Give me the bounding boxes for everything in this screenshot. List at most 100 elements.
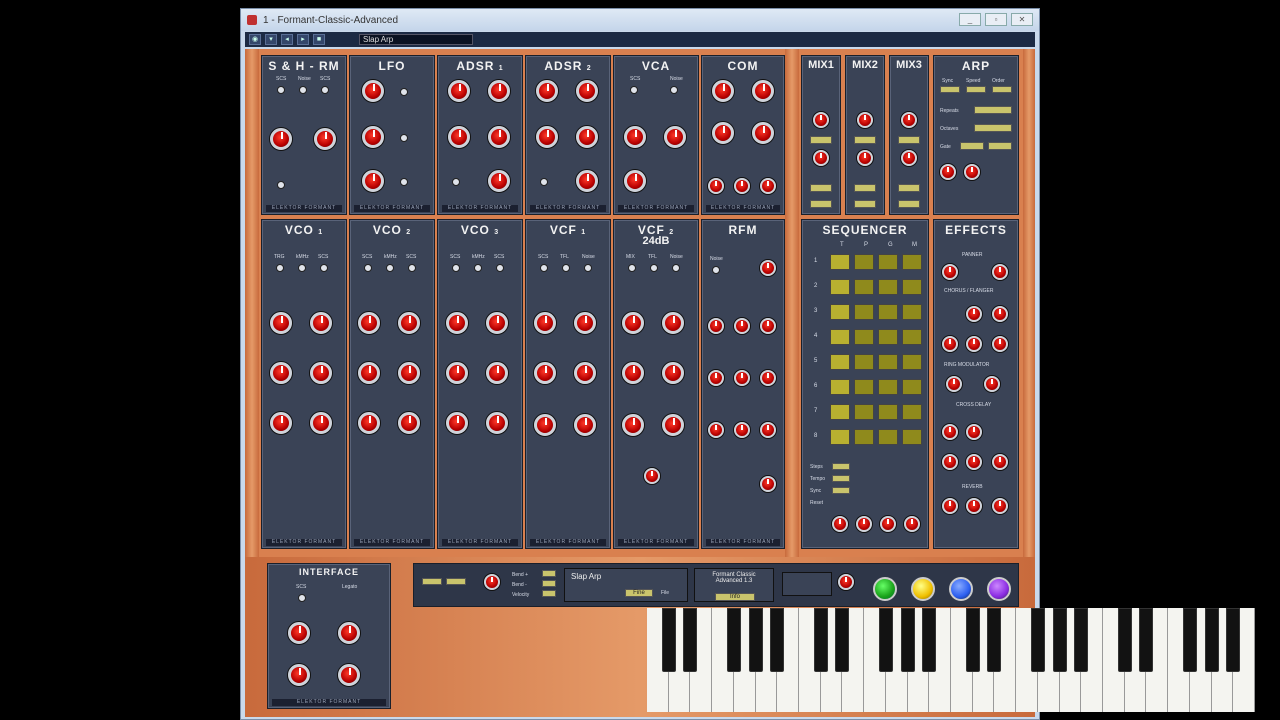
com-knob-4[interactable] (752, 122, 774, 144)
mix-button[interactable] (898, 200, 920, 208)
sequencer-pad[interactable] (830, 254, 850, 270)
vco-level-knob[interactable] (486, 412, 508, 434)
seq-knob-1[interactable] (832, 516, 848, 532)
amount-knob[interactable] (488, 170, 510, 192)
arp-octaves-button[interactable] (974, 124, 1012, 132)
jack[interactable] (496, 264, 504, 272)
black-key[interactable] (922, 608, 937, 672)
sequencer-pad[interactable] (878, 254, 898, 270)
minimize-button[interactable]: _ (959, 13, 981, 26)
sequencer-pad[interactable] (830, 279, 850, 295)
arp-gate-button[interactable] (960, 142, 984, 150)
arp-repeats-button[interactable] (974, 106, 1012, 114)
black-key[interactable] (1204, 608, 1219, 672)
delay-knob-2[interactable] (966, 424, 982, 440)
chorus-knob-3[interactable] (942, 336, 958, 352)
preset-field[interactable]: Slap Arp (359, 34, 473, 45)
jack[interactable] (630, 86, 638, 94)
com-knob-1[interactable] (712, 80, 734, 102)
sequencer-pad[interactable] (902, 379, 922, 395)
sequencer-pad[interactable] (878, 429, 898, 445)
black-key[interactable] (987, 608, 1002, 672)
reverb-knob-2[interactable] (966, 498, 982, 514)
sequencer-pad[interactable] (854, 379, 874, 395)
bypass-icon[interactable]: ◉ (249, 34, 261, 45)
info-button[interactable]: Info (715, 593, 755, 601)
jack[interactable] (562, 264, 570, 272)
sequencer-pad[interactable] (878, 304, 898, 320)
velocity-button[interactable] (542, 590, 556, 597)
level-knob[interactable] (574, 414, 596, 436)
jack[interactable] (452, 264, 460, 272)
delay-knob-5[interactable] (992, 454, 1008, 470)
rfm-out-knob[interactable] (760, 476, 776, 492)
com-knob-2[interactable] (752, 80, 774, 102)
sequencer-pad[interactable] (854, 429, 874, 445)
arp-sync-button[interactable] (940, 86, 960, 93)
mix-knob-2[interactable] (901, 150, 917, 166)
sequencer-pad[interactable] (854, 354, 874, 370)
close-button[interactable]: ✕ (1011, 13, 1033, 26)
vca-level-knob[interactable] (624, 126, 646, 148)
vco-freq-knob[interactable] (358, 312, 380, 334)
seq-knob-4[interactable] (904, 516, 920, 532)
jack[interactable] (712, 266, 720, 274)
black-key[interactable] (965, 608, 980, 672)
attack-knob[interactable] (536, 80, 558, 102)
prev-preset-icon[interactable]: ◂ (281, 34, 293, 45)
vco-fine-knob[interactable] (310, 312, 332, 334)
delay-knob-4[interactable] (966, 454, 982, 470)
vco-freq-knob[interactable] (270, 312, 292, 334)
black-key[interactable] (1226, 608, 1241, 672)
sequencer-pad[interactable] (830, 404, 850, 420)
release-knob[interactable] (488, 126, 510, 148)
bar-button[interactable] (422, 578, 442, 585)
cutoff-knob[interactable] (534, 312, 556, 334)
vco-pw-knob[interactable] (310, 362, 332, 384)
sequencer-pad[interactable] (854, 329, 874, 345)
sequencer-pad[interactable] (902, 429, 922, 445)
arp-knob-1[interactable] (940, 164, 956, 180)
cutoff-knob[interactable] (622, 312, 644, 334)
vco-fine-knob[interactable] (398, 312, 420, 334)
bend-down-button[interactable] (542, 580, 556, 587)
delay-knob-3[interactable] (942, 454, 958, 470)
rfm-knob-7[interactable] (708, 422, 724, 438)
jack[interactable] (474, 264, 482, 272)
sustain-knob[interactable] (536, 126, 558, 148)
mix-button[interactable] (898, 136, 920, 144)
mix-button[interactable] (898, 184, 920, 192)
com-knob-6[interactable] (734, 178, 750, 194)
vco-mod-knob[interactable] (446, 412, 468, 434)
resonance-knob[interactable] (574, 312, 596, 334)
vco-shape-knob[interactable] (358, 362, 380, 384)
mod-knob[interactable] (534, 414, 556, 436)
interface-knob-4[interactable] (338, 664, 360, 686)
decay-knob[interactable] (576, 80, 598, 102)
vco-level-knob[interactable] (310, 412, 332, 434)
resonance-knob[interactable] (662, 312, 684, 334)
chorus-knob-4[interactable] (966, 336, 982, 352)
rfm-knob-9[interactable] (760, 422, 776, 438)
jack[interactable] (452, 178, 460, 186)
sequencer-pad[interactable] (902, 304, 922, 320)
key-track-knob[interactable] (662, 362, 684, 384)
panner-knob-2[interactable] (992, 264, 1008, 280)
level-knob[interactable] (662, 414, 684, 436)
arp-knob-2[interactable] (964, 164, 980, 180)
black-key[interactable] (748, 608, 763, 672)
sh-knob[interactable] (270, 128, 292, 150)
next-preset-icon[interactable]: ▸ (297, 34, 309, 45)
decay-knob[interactable] (488, 80, 510, 102)
black-key[interactable] (1117, 608, 1132, 672)
bar-button[interactable] (446, 578, 466, 585)
env-amount-knob[interactable] (622, 362, 644, 384)
black-key[interactable] (878, 608, 893, 672)
vco-pw-knob[interactable] (486, 362, 508, 384)
sequencer-pad[interactable] (902, 404, 922, 420)
fine-button[interactable]: Fine (625, 589, 653, 597)
sequencer-pad[interactable] (902, 279, 922, 295)
mix-knob-1[interactable] (857, 112, 873, 128)
interface-knob-1[interactable] (288, 622, 310, 644)
menu-arrow-icon[interactable]: ▾ (265, 34, 277, 45)
